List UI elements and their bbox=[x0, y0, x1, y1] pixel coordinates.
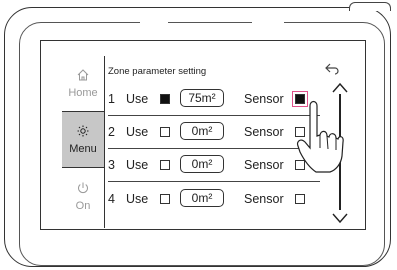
sensor-label: Sensor bbox=[244, 92, 284, 106]
row-divider bbox=[108, 148, 320, 149]
row-divider bbox=[108, 115, 320, 116]
sensor-checkbox[interactable] bbox=[295, 194, 305, 204]
sensor-label: Sensor bbox=[244, 125, 284, 139]
area-field[interactable]: 75m² bbox=[180, 89, 224, 107]
zone-index: 1 bbox=[108, 92, 115, 106]
zone-row-4: 4 Use 0m² Sensor bbox=[108, 188, 320, 212]
area-field[interactable]: 0m² bbox=[180, 155, 224, 173]
zone-index: 4 bbox=[108, 192, 115, 206]
pointing-hand-icon bbox=[296, 100, 344, 173]
zone-index: 2 bbox=[108, 125, 115, 139]
nav-home-button[interactable]: Home bbox=[62, 56, 104, 112]
chevron-down-icon[interactable] bbox=[332, 212, 348, 224]
page-title: Zone parameter setting bbox=[108, 66, 207, 77]
nav-power-label: On bbox=[75, 199, 91, 212]
nav-menu-label: Menu bbox=[69, 143, 97, 155]
device-side-tab bbox=[349, 2, 391, 11]
area-field[interactable]: 0m² bbox=[180, 189, 224, 207]
home-icon bbox=[76, 68, 90, 85]
use-label: Use bbox=[126, 158, 149, 172]
use-checkbox[interactable] bbox=[160, 160, 170, 170]
nav-menu-button[interactable]: Menu bbox=[62, 112, 104, 168]
back-arrow-icon[interactable] bbox=[324, 62, 340, 76]
use-label: Use bbox=[126, 92, 149, 106]
power-icon bbox=[76, 181, 90, 198]
zone-row-3: 3 Use 0m² Sensor bbox=[108, 154, 320, 178]
zone-row-2: 2 Use 0m² Sensor bbox=[108, 121, 320, 145]
use-label: Use bbox=[126, 125, 149, 139]
sidebar: Home Menu On bbox=[62, 56, 105, 228]
bezel-gap-left bbox=[140, 22, 168, 25]
nav-home-label: Home bbox=[68, 87, 98, 99]
use-checkbox[interactable] bbox=[160, 194, 170, 204]
nav-power-button[interactable]: On bbox=[62, 168, 104, 224]
area-field[interactable]: 0m² bbox=[180, 122, 224, 140]
use-checkbox[interactable] bbox=[160, 94, 170, 104]
gear-icon bbox=[76, 124, 90, 141]
bezel-gap-right bbox=[252, 22, 284, 25]
zone-row-1: 1 Use 75m² Sensor bbox=[108, 88, 320, 112]
chevron-up-icon[interactable] bbox=[332, 82, 348, 94]
use-checkbox[interactable] bbox=[160, 127, 170, 137]
use-label: Use bbox=[126, 192, 149, 206]
sensor-label: Sensor bbox=[244, 158, 284, 172]
sensor-label: Sensor bbox=[244, 192, 284, 206]
zone-index: 3 bbox=[108, 158, 115, 172]
row-divider bbox=[108, 181, 320, 182]
